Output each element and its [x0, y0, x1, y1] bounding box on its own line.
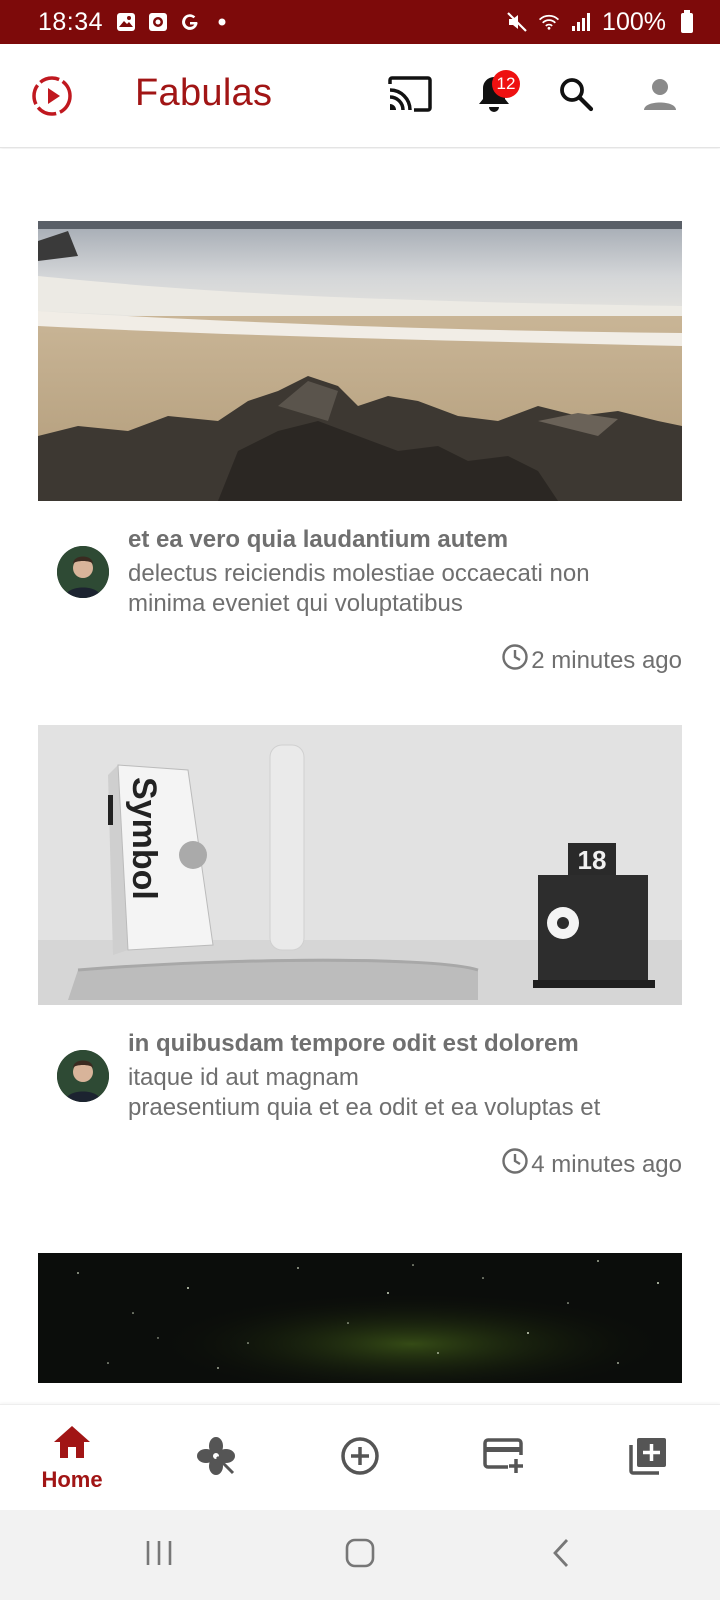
- app-bar: Fabulas 12: [0, 44, 720, 148]
- clock-icon: [501, 643, 529, 678]
- search-icon: [557, 75, 595, 118]
- home-button-icon: [344, 1537, 376, 1574]
- post-title: in quibusdam tempore odit est dolorem: [128, 1030, 579, 1057]
- post-image[interactable]: [38, 1253, 682, 1383]
- screen-record-icon: [147, 11, 169, 33]
- post-time: 2 minutes ago: [501, 643, 682, 678]
- post-time-text: 2 minutes ago: [531, 646, 682, 674]
- cast-icon: [388, 75, 432, 117]
- nav-card-add[interactable]: [432, 1405, 576, 1511]
- play-circle-icon[interactable]: [30, 74, 74, 118]
- post-time-text: 4 minutes ago: [531, 1150, 682, 1178]
- beach-rocks-photo: [38, 221, 682, 501]
- post-card[interactable]: Symbol 18 in quibusdam tempore odit est …: [38, 725, 682, 1205]
- recents-button[interactable]: [134, 1532, 184, 1578]
- card-add-icon: [482, 1437, 526, 1480]
- post-card[interactable]: et ea vero quia laudantium autem delectu…: [38, 221, 682, 701]
- wifi-icon: [538, 11, 560, 33]
- calendar-number-text: 18: [578, 845, 607, 875]
- dot-icon: [211, 11, 233, 33]
- status-time: 18:34: [38, 7, 104, 36]
- cast-button[interactable]: [386, 72, 434, 120]
- nav-add[interactable]: [288, 1405, 432, 1511]
- add-circle-icon: [339, 1435, 381, 1482]
- desk-book-laptop-photo: Symbol 18: [38, 725, 682, 1005]
- search-button[interactable]: [552, 72, 600, 120]
- nav-clover[interactable]: [144, 1405, 288, 1511]
- book-title-text: Symbol: [125, 777, 163, 900]
- post-body: delectus reiciendis molestiae occaecati …: [128, 560, 590, 617]
- account-button[interactable]: [636, 72, 684, 120]
- battery-text: 100%: [602, 7, 666, 36]
- system-nav-bar: [0, 1510, 720, 1600]
- status-right: 100%: [506, 8, 698, 37]
- post-image[interactable]: Symbol 18: [38, 725, 682, 1005]
- library-add-icon: [627, 1435, 669, 1482]
- post-time: 4 minutes ago: [501, 1147, 682, 1182]
- avatar[interactable]: [57, 546, 109, 598]
- signal-icon: [570, 11, 592, 33]
- post-body: itaque id aut magnam praesentium quia et…: [128, 1064, 601, 1121]
- bottom-nav: Home: [0, 1404, 720, 1510]
- app-title: Fabulas: [135, 72, 273, 114]
- post-meta: et ea vero quia laudantium autem delectu…: [38, 501, 682, 701]
- notification-badge: 12: [492, 70, 520, 98]
- night-sky-photo: [38, 1253, 682, 1383]
- post-title: et ea vero quia laudantium autem: [128, 526, 509, 553]
- avatar[interactable]: [57, 1050, 109, 1102]
- home-icon: [52, 1424, 92, 1465]
- nav-home-label: Home: [41, 1466, 103, 1492]
- clock-icon: [501, 1147, 529, 1182]
- notifications-button[interactable]: 12: [470, 70, 520, 120]
- battery-icon: [676, 10, 698, 33]
- mute-icon: [506, 11, 528, 33]
- clover-icon: [195, 1435, 237, 1482]
- status-left-icons: [115, 11, 233, 33]
- post-meta: in quibusdam tempore odit est dolorem it…: [38, 1005, 682, 1205]
- recents-icon: [144, 1539, 174, 1572]
- post-image[interactable]: [38, 221, 682, 501]
- gallery-icon: [115, 11, 137, 33]
- status-bar: 18:34 100%: [0, 0, 720, 44]
- nav-library-add[interactable]: [576, 1405, 720, 1511]
- post-feed[interactable]: et ea vero quia laudantium autem delectu…: [0, 149, 720, 1404]
- account-icon: [641, 75, 679, 118]
- nav-home[interactable]: Home: [0, 1405, 144, 1511]
- home-system-button[interactable]: [335, 1532, 385, 1578]
- back-button[interactable]: [536, 1532, 586, 1578]
- google-icon: [179, 11, 201, 33]
- back-icon: [549, 1537, 573, 1574]
- post-card[interactable]: [38, 1253, 682, 1383]
